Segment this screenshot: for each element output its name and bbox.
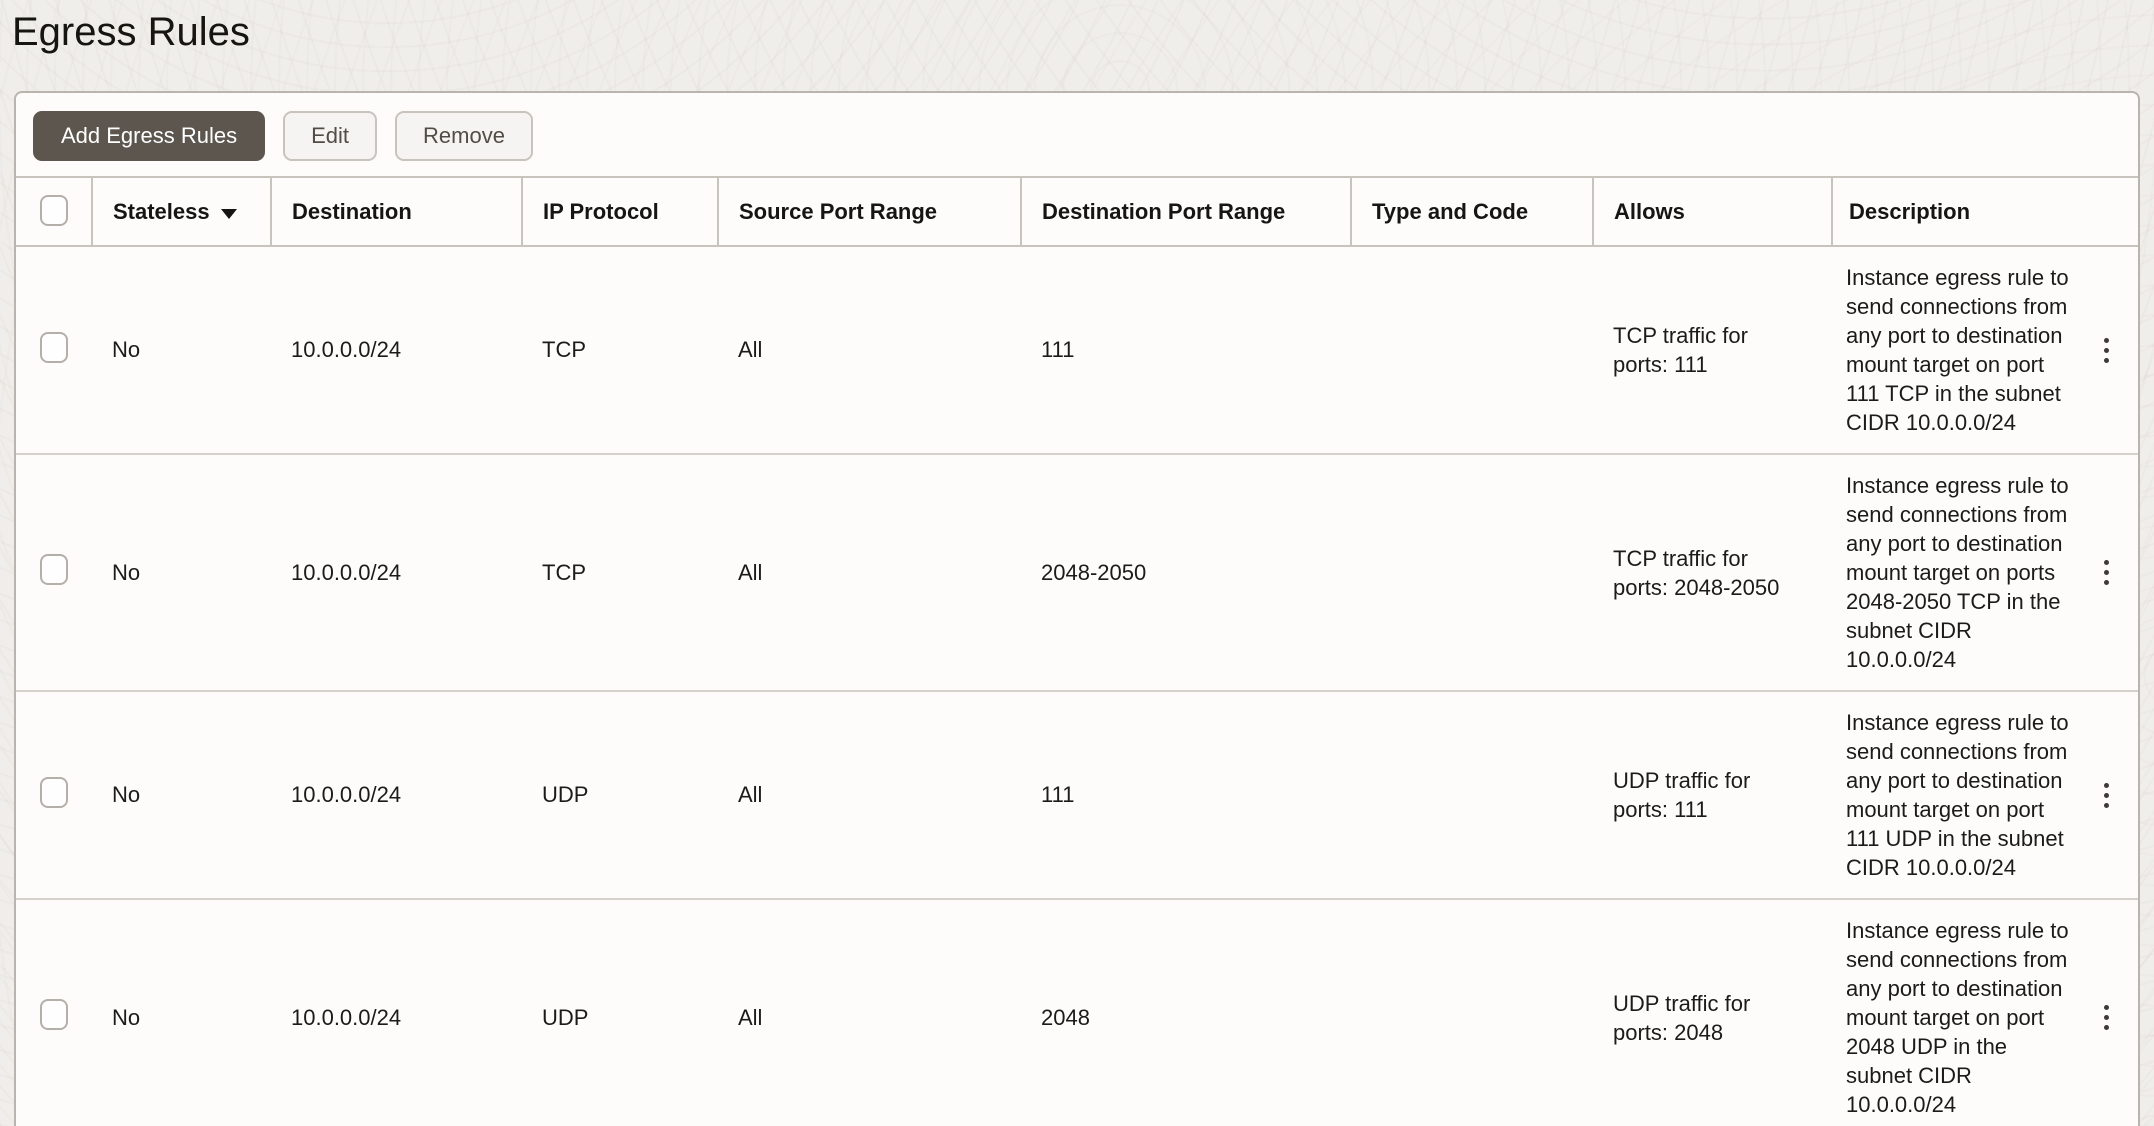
cell-destination: 10.0.0.0/24 bbox=[271, 246, 522, 454]
remove-button[interactable]: Remove bbox=[395, 111, 533, 161]
table-header-row: Stateless Destination IP Protocol Source… bbox=[16, 177, 2138, 246]
cell-type-and-code bbox=[1351, 246, 1593, 454]
cell-select bbox=[16, 454, 92, 691]
cell-stateless: No bbox=[92, 454, 271, 691]
cell-destination-port-range: 111 bbox=[1021, 691, 1351, 899]
row-checkbox[interactable] bbox=[40, 332, 68, 363]
description-text: Instance egress rule to send connections… bbox=[1846, 692, 2076, 898]
cell-destination-port-range: 2048-2050 bbox=[1021, 454, 1351, 691]
column-header-type-and-code[interactable]: Type and Code bbox=[1351, 177, 1593, 246]
cell-destination: 10.0.0.0/24 bbox=[271, 454, 522, 691]
egress-rules-toolbar: Add Egress Rules Edit Remove bbox=[16, 93, 2138, 176]
select-all-header-cell bbox=[16, 177, 92, 246]
allows-text: TCP traffic for ports: 111 bbox=[1613, 321, 1795, 379]
allows-text: TCP traffic for ports: 2048-2050 bbox=[1613, 544, 1795, 602]
page-title: Egress Rules bbox=[12, 8, 2154, 56]
column-header-stateless[interactable]: Stateless bbox=[92, 177, 271, 246]
description-text: Instance egress rule to send connections… bbox=[1846, 900, 2076, 1126]
table-row: No10.0.0.0/24TCPAll2048-2050 TCP traffic … bbox=[16, 454, 2138, 691]
cell-description: Instance egress rule to send connections… bbox=[1832, 454, 2138, 691]
row-checkbox[interactable] bbox=[40, 999, 68, 1030]
kebab-menu-icon bbox=[2104, 348, 2109, 353]
row-checkbox[interactable] bbox=[40, 777, 68, 808]
egress-rules-panel: Add Egress Rules Edit Remove Stateless D… bbox=[14, 91, 2140, 1126]
cell-destination-port-range: 111 bbox=[1021, 246, 1351, 454]
table-row: No10.0.0.0/24UDPAll111 UDP traffic for po… bbox=[16, 691, 2138, 899]
cell-description: Instance egress rule to send connections… bbox=[1832, 246, 2138, 454]
column-header-source-port-range[interactable]: Source Port Range bbox=[718, 177, 1021, 246]
cell-source-port-range: All bbox=[718, 246, 1021, 454]
kebab-menu-icon bbox=[2104, 1015, 2109, 1020]
column-header-description[interactable]: Description bbox=[1832, 177, 2138, 246]
kebab-menu-icon bbox=[2104, 793, 2109, 798]
edit-button[interactable]: Edit bbox=[283, 111, 377, 161]
cell-type-and-code bbox=[1351, 454, 1593, 691]
description-text: Instance egress rule to send connections… bbox=[1846, 247, 2076, 453]
cell-description: Instance egress rule to send connections… bbox=[1832, 899, 2138, 1126]
column-header-destination-port-range[interactable]: Destination Port Range bbox=[1021, 177, 1351, 246]
cell-ip-protocol: TCP bbox=[522, 246, 718, 454]
cell-stateless: No bbox=[92, 246, 271, 454]
cell-allows: UDP traffic for ports: 2048 bbox=[1593, 899, 1832, 1126]
table-row: No10.0.0.0/24TCPAll111 TCP traffic for po… bbox=[16, 246, 2138, 454]
row-actions-button[interactable] bbox=[2084, 320, 2128, 380]
cell-ip-protocol: UDP bbox=[522, 691, 718, 899]
cell-stateless: No bbox=[92, 899, 271, 1126]
column-header-stateless-label: Stateless bbox=[113, 199, 210, 224]
cell-source-port-range: All bbox=[718, 454, 1021, 691]
cell-select bbox=[16, 246, 92, 454]
column-header-allows[interactable]: Allows bbox=[1593, 177, 1832, 246]
row-actions-button[interactable] bbox=[2084, 543, 2128, 603]
cell-type-and-code bbox=[1351, 691, 1593, 899]
add-egress-rules-button[interactable]: Add Egress Rules bbox=[33, 111, 265, 161]
cell-allows: TCP traffic for ports: 111 bbox=[1593, 246, 1832, 454]
kebab-menu-icon bbox=[2104, 570, 2109, 575]
cell-select bbox=[16, 691, 92, 899]
description-text: Instance egress rule to send connections… bbox=[1846, 455, 2076, 690]
cell-destination: 10.0.0.0/24 bbox=[271, 899, 522, 1126]
row-actions-button[interactable] bbox=[2084, 765, 2128, 825]
row-actions-button[interactable] bbox=[2084, 988, 2128, 1048]
row-checkbox[interactable] bbox=[40, 554, 68, 585]
cell-allows: TCP traffic for ports: 2048-2050 bbox=[1593, 454, 1832, 691]
allows-text: UDP traffic for ports: 2048 bbox=[1613, 989, 1795, 1047]
cell-ip-protocol: UDP bbox=[522, 899, 718, 1126]
egress-rules-table: Stateless Destination IP Protocol Source… bbox=[16, 176, 2138, 1126]
cell-ip-protocol: TCP bbox=[522, 454, 718, 691]
cell-select bbox=[16, 899, 92, 1126]
cell-description: Instance egress rule to send connections… bbox=[1832, 691, 2138, 899]
cell-type-and-code bbox=[1351, 899, 1593, 1126]
column-header-destination[interactable]: Destination bbox=[271, 177, 522, 246]
allows-text: UDP traffic for ports: 111 bbox=[1613, 766, 1795, 824]
cell-destination: 10.0.0.0/24 bbox=[271, 691, 522, 899]
cell-destination-port-range: 2048 bbox=[1021, 899, 1351, 1126]
select-all-checkbox[interactable] bbox=[40, 195, 68, 226]
cell-source-port-range: All bbox=[718, 899, 1021, 1126]
table-row: No10.0.0.0/24UDPAll2048 UDP traffic for p… bbox=[16, 899, 2138, 1126]
cell-allows: UDP traffic for ports: 111 bbox=[1593, 691, 1832, 899]
cell-stateless: No bbox=[92, 691, 271, 899]
cell-source-port-range: All bbox=[718, 691, 1021, 899]
sort-descending-icon bbox=[221, 209, 237, 219]
column-header-ip-protocol[interactable]: IP Protocol bbox=[522, 177, 718, 246]
